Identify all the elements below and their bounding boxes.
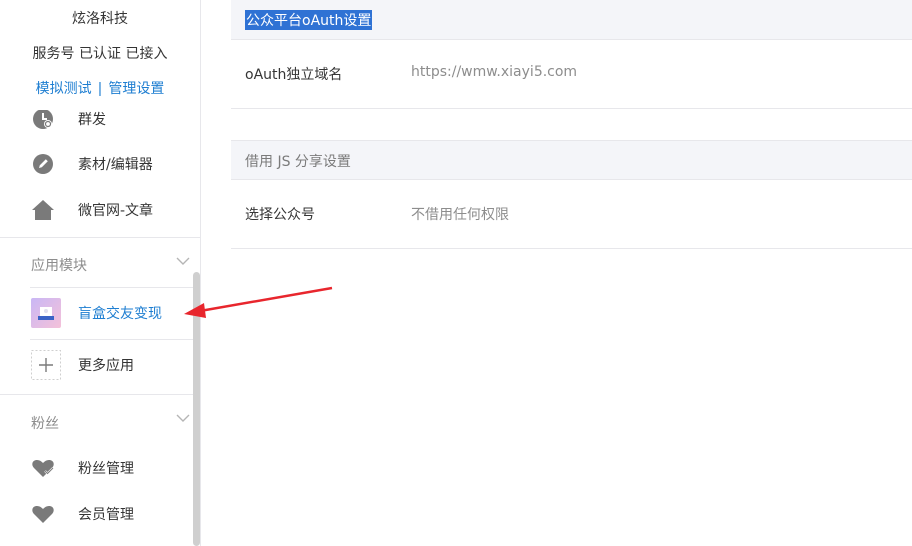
sidebar-item-material[interactable]: 素材/编辑器 (0, 141, 200, 187)
simulate-test-link[interactable]: 模拟测试 (36, 81, 92, 97)
account-name: 炫洛科技 (72, 11, 128, 27)
heart-check-icon (31, 456, 55, 480)
chevron-down-icon[interactable] (176, 411, 190, 427)
sidebar-item-member-manage[interactable]: 会员管理 (0, 491, 200, 537)
oauth-section-header: 公众平台oAuth设置 (231, 0, 912, 40)
manage-settings-link[interactable]: 管理设置 (108, 81, 164, 97)
pencil-circle-icon (31, 152, 55, 176)
divider (30, 339, 200, 340)
link-separator: | (97, 81, 103, 97)
main-content: 公众平台oAuth设置 oAuth独立域名 https://wmw.xiayi5… (231, 0, 912, 546)
sidebar-item-fans-manage[interactable]: 粉丝管理 (0, 445, 200, 491)
sidebar-item-label: 粉丝管理 (78, 461, 134, 477)
account-links: 模拟测试 | 管理设置 (0, 78, 200, 98)
red-arrow-annotation (184, 286, 333, 318)
section-title: 应用模块 (31, 258, 87, 274)
js-share-section-header: 借用 JS 分享设置 (231, 140, 912, 180)
heart-icon (31, 502, 55, 526)
divider (30, 287, 200, 288)
sidebar-item-label: 更多应用 (78, 358, 134, 374)
section-title: 粉丝 (31, 416, 59, 432)
section-fans[interactable]: 粉丝 (0, 394, 200, 444)
sidebar: 炫洛科技 服务号 已认证 已接入 模拟测试 | 管理设置 群发 素材/编辑器 微官网… (0, 0, 201, 546)
oauth-domain-row: oAuth独立域名 https://wmw.xiayi5.com (231, 40, 912, 109)
sidebar-item-label: 群发 (78, 112, 106, 128)
choose-account-row: 选择公众号 不借用任何权限 (231, 180, 912, 249)
account-status: 服务号 已认证 已接入 (32, 46, 168, 62)
plus-icon (31, 350, 61, 380)
sidebar-item-label: 盲盒交友变现 (78, 306, 162, 322)
app-thumbnail-icon (31, 298, 61, 328)
chevron-down-icon[interactable] (176, 254, 190, 270)
section-apps[interactable]: 应用模块 (0, 237, 200, 287)
oauth-domain-value[interactable]: https://wmw.xiayi5.com (411, 64, 577, 80)
house-icon (31, 198, 55, 222)
sidebar-item-label: 素材/编辑器 (78, 157, 153, 173)
js-share-section-title: 借用 JS 分享设置 (245, 154, 351, 170)
sidebar-item-blind-box[interactable]: 盲盒交友变现 (0, 290, 200, 336)
sidebar-item-micro-site[interactable]: 微官网-文章 (0, 187, 200, 233)
oauth-section-title: 公众平台oAuth设置 (245, 10, 373, 30)
sidebar-item-more-apps[interactable]: 更多应用 (0, 342, 200, 388)
sidebar-item-label: 会员管理 (78, 507, 134, 523)
clock-send-icon (31, 107, 55, 131)
choose-account-label: 选择公众号 (245, 207, 315, 223)
sidebar-item-label: 微官网-文章 (78, 203, 154, 219)
choose-account-value[interactable]: 不借用任何权限 (411, 204, 509, 224)
oauth-domain-label: oAuth独立域名 (245, 67, 343, 83)
